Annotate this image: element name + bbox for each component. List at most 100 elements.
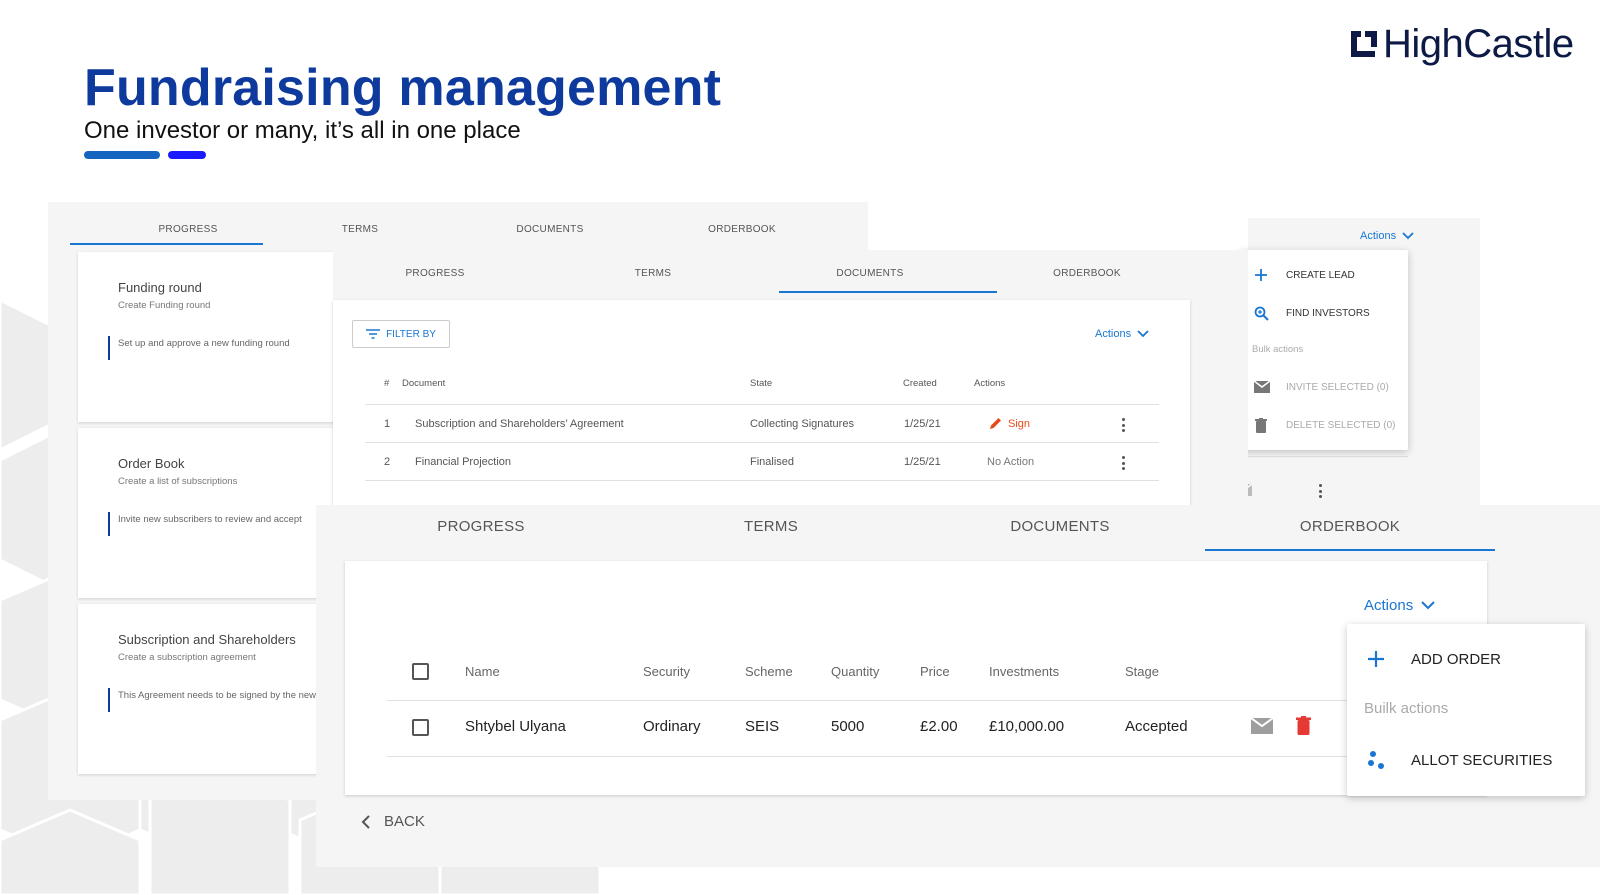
- scatter-dots-icon: [1368, 751, 1384, 769]
- chevron-left-icon: [361, 814, 370, 829]
- col-header-investments: Investments: [989, 664, 1060, 679]
- col-header-name: Name: [465, 664, 500, 679]
- row-divider: [1238, 456, 1408, 457]
- sign-label: Sign: [1008, 417, 1031, 430]
- menu-item-label: ALLOT SECURITIES: [1411, 751, 1553, 769]
- orderbook-actions-dropdown[interactable]: Actions: [1364, 597, 1435, 614]
- step-title: Funding round: [118, 280, 202, 295]
- trash-icon: [1255, 417, 1267, 433]
- page-subtitle: One investor or many, it’s all in one pl…: [84, 117, 521, 144]
- documents-screen: PROGRESS TERMS DOCUMENTS ORDERBOOK FILTE…: [333, 250, 1248, 508]
- menu-item-label: DELETE SELECTED (0): [1286, 419, 1396, 431]
- document-state: Finalised: [750, 456, 795, 468]
- order-scheme: SEIS: [745, 718, 780, 735]
- more-options-icon[interactable]: [1318, 484, 1322, 500]
- tab-progress[interactable]: PROGRESS: [355, 268, 515, 279]
- tab-terms[interactable]: TERMS: [280, 224, 440, 235]
- page-title: Fundraising management: [84, 59, 722, 117]
- row-divider: [365, 480, 1159, 481]
- document-created: 1/25/21: [904, 418, 941, 430]
- mail-icon[interactable]: [1251, 718, 1273, 734]
- row-divider: [387, 756, 1377, 757]
- search-zoom-icon: [1254, 306, 1269, 321]
- col-header-created: Created: [903, 378, 937, 389]
- actions-label: Actions: [1364, 597, 1414, 614]
- step-card-subscription[interactable]: Subscription and Shareholders Create a s…: [78, 604, 336, 774]
- menu-invite-selected[interactable]: INVITE SELECTED (0): [1240, 378, 1389, 396]
- document-created: 1/25/21: [904, 456, 941, 468]
- step-note: This Agreement needs to be signed by the…: [108, 688, 316, 712]
- menu-create-lead[interactable]: CREATE LEAD: [1240, 266, 1355, 284]
- accent-bar-secondary: [168, 151, 206, 159]
- tab-orderbook[interactable]: ORDERBOOK: [1007, 268, 1167, 279]
- actions-label: Actions: [1095, 328, 1132, 340]
- chevron-down-icon: [1421, 601, 1435, 610]
- documents-actions-dropdown[interactable]: Actions: [1095, 328, 1149, 340]
- row-number: 1: [384, 418, 391, 430]
- document-state: Collecting Signatures: [750, 418, 854, 430]
- highcastle-logo: HighCastle: [1347, 20, 1587, 68]
- col-header-actions: Actions: [974, 378, 1006, 389]
- leads-actions-menu: CREATE LEAD FIND INVESTORS Bulk actions …: [1240, 250, 1408, 450]
- back-label: BACK: [384, 813, 425, 830]
- step-subtitle: Create Funding round: [118, 300, 211, 311]
- tab-terms[interactable]: TERMS: [573, 268, 733, 279]
- menu-add-order[interactable]: ADD ORDER: [1347, 648, 1501, 670]
- menu-item-label: CREATE LEAD: [1286, 269, 1355, 281]
- tab-progress[interactable]: PROGRESS: [88, 224, 288, 235]
- col-header-number: #: [384, 378, 390, 389]
- order-price: £2.00: [920, 718, 958, 735]
- menu-item-label: FIND INVESTORS: [1286, 307, 1370, 319]
- more-options-icon[interactable]: [1121, 456, 1125, 472]
- col-header-document: Document: [402, 378, 446, 389]
- orderbook-actions-menu: ADD ORDER Builk actions ALLOT SECURITIES: [1347, 624, 1585, 796]
- row-number: 2: [384, 456, 391, 468]
- row-divider: [387, 700, 1377, 701]
- filter-label: FILTER BY: [386, 328, 436, 340]
- col-header-stage: Stage: [1125, 664, 1159, 679]
- leads-actions-dropdown[interactable]: Actions: [1360, 230, 1414, 242]
- order-security: Ordinary: [643, 718, 701, 735]
- step-note: Invite new subscribers to review and acc…: [108, 512, 302, 536]
- row-checkbox[interactable]: [412, 719, 429, 736]
- logo-text: HighCastle: [1383, 21, 1574, 66]
- col-header-price: Price: [920, 664, 950, 679]
- chevron-down-icon: [1402, 232, 1414, 240]
- tab-terms[interactable]: TERMS: [691, 518, 851, 535]
- row-divider: [365, 442, 1159, 443]
- step-note: Set up and approve a new funding round: [108, 336, 290, 360]
- bulk-actions-heading: Builk actions: [1364, 700, 1449, 717]
- more-options-icon[interactable]: [1121, 418, 1125, 434]
- castle-logo-icon: [1351, 31, 1377, 57]
- leads-screen: Actions CREATE LEAD FIND INVESTORS Bulk …: [1236, 218, 1480, 508]
- filter-by-button[interactable]: FILTER BY: [352, 320, 450, 348]
- menu-allot-securities[interactable]: ALLOT SECURITIES: [1347, 748, 1552, 772]
- select-all-checkbox[interactable]: [412, 663, 429, 680]
- step-card-funding-round[interactable]: Funding round Create Funding round Set u…: [78, 252, 336, 422]
- back-button[interactable]: BACK: [361, 813, 425, 830]
- plus-icon: [1368, 651, 1384, 667]
- document-link[interactable]: Subscription and Shareholders’ Agreement: [415, 418, 624, 430]
- chevron-down-icon: [1137, 330, 1149, 338]
- row-divider: [365, 404, 1159, 405]
- actions-label: Actions: [1360, 230, 1397, 242]
- tab-documents[interactable]: DOCUMENTS: [980, 518, 1140, 535]
- document-link[interactable]: Financial Projection: [415, 456, 511, 468]
- documents-card: FILTER BY Actions # Document State Creat…: [333, 300, 1190, 508]
- order-name: Shtybel Ulyana: [465, 718, 566, 735]
- tab-documents[interactable]: DOCUMENTS: [470, 224, 630, 235]
- tab-documents[interactable]: DOCUMENTS: [790, 268, 950, 279]
- step-card-order-book[interactable]: Order Book Create a list of subscription…: [78, 428, 336, 598]
- trash-icon[interactable]: [1296, 716, 1311, 735]
- menu-delete-selected[interactable]: DELETE SELECTED (0): [1240, 416, 1395, 434]
- step-title: Subscription and Shareholders: [118, 632, 296, 647]
- menu-find-investors[interactable]: FIND INVESTORS: [1240, 304, 1370, 322]
- sign-button[interactable]: Sign: [988, 416, 1030, 431]
- tab-progress[interactable]: PROGRESS: [401, 518, 561, 535]
- mail-icon: [1254, 381, 1270, 393]
- bulk-actions-heading: Bulk actions: [1252, 344, 1304, 355]
- active-tab-indicator: [779, 291, 997, 293]
- tab-orderbook[interactable]: ORDERBOOK: [1270, 518, 1430, 535]
- col-header-quantity: Quantity: [831, 664, 880, 679]
- tab-orderbook[interactable]: ORDERBOOK: [662, 224, 822, 235]
